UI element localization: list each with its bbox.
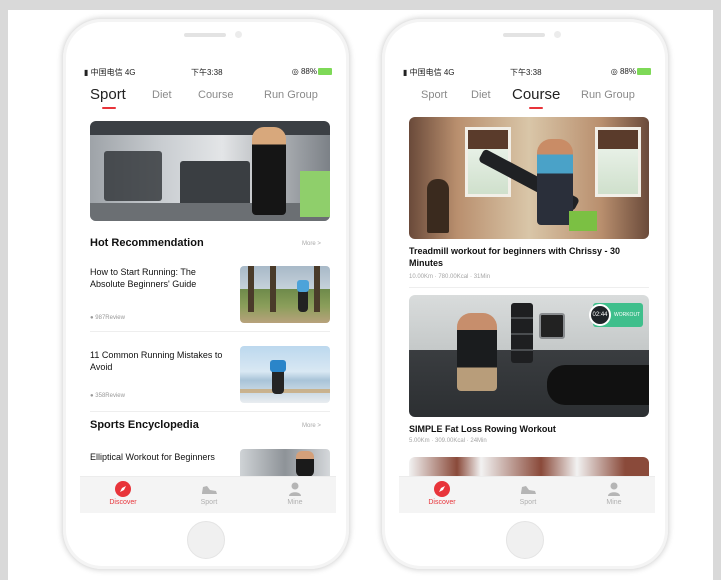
tab-diet[interactable]: Diet [471,89,491,101]
rowing-machine-shape [547,365,649,405]
shoe-icon [202,486,217,494]
article-title: How to Start Running: The Absolute Begin… [90,267,197,289]
battery-status: ◎ 88% [611,67,651,76]
trainer-figure [457,313,497,391]
battery-icon [637,68,651,75]
status-time: 下午3:38 [510,68,542,77]
tab-sport[interactable]: Sport [90,86,126,103]
article-thumbnail [240,449,330,479]
alarm-icon: ◎ [610,67,618,76]
nav-mine[interactable]: Mine [589,481,639,506]
compass-icon [434,481,450,497]
tab-diet[interactable]: Diet [152,89,172,101]
nav-discover[interactable]: Discover [98,481,148,506]
tab-course[interactable]: Course [198,89,233,101]
nav-mine[interactable]: Mine [270,481,320,506]
status-bar: ▮ 中国电信 4G 下午3:38 ◎ 88% [399,65,655,79]
nav-sport[interactable]: Sport [184,481,234,506]
article-reviews: ● 358Review [90,393,125,399]
top-tabs: Sport Diet Course Run Group [80,83,336,109]
plant-shape [427,179,449,233]
phone-mockup-course: ▮ 中国电信 4G 下午3:38 ◎ 88% Sport Diet Course… [381,18,669,570]
course-thumbnail [409,117,649,239]
person-icon [289,482,301,496]
bottom-nav: Discover Sport Mine [399,476,655,513]
plant-shape [300,171,330,217]
workout-badge: 02:44 WORKOUT [589,303,643,327]
hot-recommendation-title: Hot Recommendation [90,237,204,249]
speaker-grille [503,33,545,37]
encyclopedia-more-link[interactable]: More > [302,423,321,429]
nav-discover[interactable]: Discover [417,481,467,506]
towel-shape [569,211,597,231]
speaker-grille [184,33,226,37]
alarm-icon: ◎ [291,67,299,76]
battery-icon [318,68,332,75]
athlete-figure [252,127,286,215]
tab-course[interactable]: Course [512,86,560,103]
tab-sport[interactable]: Sport [421,89,447,101]
hero-banner-image[interactable] [90,121,330,221]
home-button[interactable] [506,521,544,559]
course-title: Treadmill workout for beginners with Chr… [409,246,621,268]
person-icon [608,482,620,496]
active-tab-indicator [102,107,116,109]
battery-status: ◎ 88% [292,67,332,76]
tree-shape [248,266,254,312]
weight-plates-shape [511,303,533,363]
gym-machine-shape [104,151,162,201]
athlete-figure [296,451,314,477]
carrier-signal: ▮ 中国电信 4G [403,68,455,77]
tab-run-group[interactable]: Run Group [581,89,635,101]
phone-mockup-sport: ▮ 中国电信 4G 下午3:38 ◎ 88% Sport Diet Course… [62,18,350,570]
tab-run-group[interactable]: Run Group [264,89,318,101]
divider [409,287,649,288]
status-bar: ▮ 中国电信 4G 下午3:38 ◎ 88% [80,65,336,79]
front-camera [235,31,242,38]
timer-icon: 02:44 [589,304,611,326]
signal-icon: ▮ [84,68,89,77]
course-thumbnail: 02:44 WORKOUT [409,295,649,417]
course-title: SIMPLE Fat Loss Rowing Workout [409,424,556,434]
floor-shape [90,203,330,221]
course-stats: 10.00Km · 780.00Kcal · 31Min [409,274,491,280]
bottom-nav: Discover Sport Mine [80,476,336,513]
trainer-figure [537,139,573,225]
signal-icon: ▮ [403,68,408,77]
top-tabs: Sport Diet Course Run Group [399,83,655,109]
tree-shape [270,266,276,312]
shoe-icon [521,486,536,494]
article-title: 11 Common Running Mistakes to Avoid [90,350,223,372]
nav-sport[interactable]: Sport [503,481,553,506]
article-title: Elliptical Workout for Beginners [90,452,215,462]
wall-logo-shape [539,313,565,339]
active-tab-indicator [529,107,543,109]
article-reviews: ● 987Review [90,315,125,321]
tree-shape [314,266,320,312]
status-time: 下午3:38 [191,68,223,77]
course-stats: 5.00Km · 309.00Kcal · 24Min [409,438,487,444]
divider [90,411,330,412]
badge-label: WORKOUT [614,312,641,318]
home-button[interactable] [187,521,225,559]
compass-icon [115,481,131,497]
article-thumbnail [240,346,330,403]
article-thumbnail [240,266,330,323]
runner-shirt [297,280,309,292]
front-camera [554,31,561,38]
screen-sport: ▮ 中国电信 4G 下午3:38 ◎ 88% Sport Diet Course… [80,61,336,513]
screen-course: ▮ 中国电信 4G 下午3:38 ◎ 88% Sport Diet Course… [399,61,655,513]
divider [90,331,330,332]
hot-more-link[interactable]: More > [302,241,321,247]
carrier-signal: ▮ 中国电信 4G [84,68,136,77]
sports-encyclopedia-title: Sports Encyclopedia [90,419,199,431]
shore-shape [240,389,330,393]
window-shape [595,127,641,197]
runner-shirt [270,360,286,372]
